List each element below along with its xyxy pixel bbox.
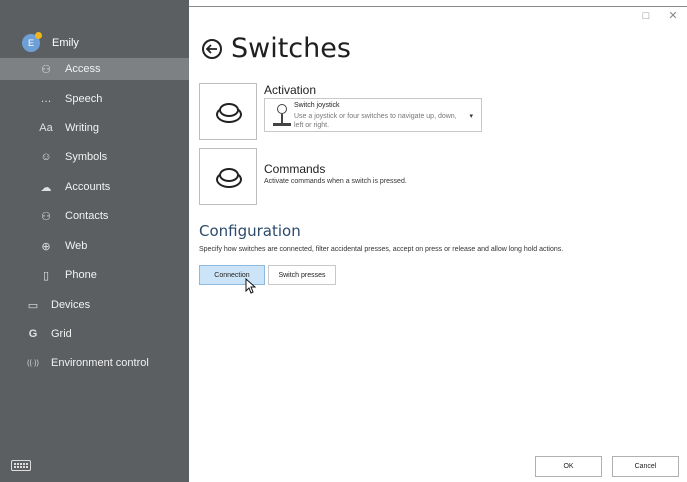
keyboard-icon[interactable] xyxy=(11,460,31,471)
back-arrow-glyph xyxy=(206,44,217,54)
commands-description: Activate commands when a switch is press… xyxy=(264,178,407,185)
speech-bubble-icon: … xyxy=(40,93,52,105)
sidebar-item-speech[interactable]: … Speech xyxy=(0,88,189,110)
ok-button[interactable]: OK xyxy=(535,456,602,477)
profile-name: Emily xyxy=(52,37,79,49)
commands-switch-tile[interactable] xyxy=(199,148,257,205)
joystick-icon xyxy=(273,104,291,128)
sidebar-item-phone[interactable]: ▯ Phone xyxy=(0,264,189,286)
monitor-icon: ▭ xyxy=(27,299,39,312)
sidebar-item-web[interactable]: ⊕ Web xyxy=(0,235,189,257)
globe-icon: ⊕ xyxy=(41,240,51,253)
window-top-border xyxy=(189,6,687,7)
configuration-heading: Configuration xyxy=(199,222,301,240)
select-selected-title: Switch joystick xyxy=(294,102,340,109)
notification-dot xyxy=(35,32,42,39)
sidebar-item-label: Phone xyxy=(65,269,97,281)
activation-switch-tile[interactable] xyxy=(199,83,257,140)
sidebar-item-label: Access xyxy=(65,63,101,75)
mouse-pointer-icon xyxy=(245,278,257,294)
sidebar-item-label: Writing xyxy=(65,122,100,134)
sidebar-item-label: Environment control xyxy=(51,357,149,369)
close-icon[interactable]: ✕ xyxy=(667,10,679,22)
sidebar: E Emily ⚇ Access … Speech Aa Writing ☺ S… xyxy=(0,0,189,482)
wireless-signal-icon: ((·)) xyxy=(27,359,39,367)
sidebar-item-label: Contacts xyxy=(65,210,109,222)
activation-heading: Activation xyxy=(264,83,317,97)
sidebar-item-label: Symbols xyxy=(65,151,108,163)
select-selected-description: Use a joystick or four switches to navig… xyxy=(294,113,457,129)
avatar-letter: E xyxy=(27,38,34,48)
switch-button-icon xyxy=(216,102,242,123)
switch-presses-button[interactable]: Switch presses xyxy=(268,265,336,285)
grid-g-icon: G xyxy=(28,328,38,340)
phone-icon: ▯ xyxy=(42,269,50,282)
sidebar-item-label: Web xyxy=(65,240,88,252)
activation-method-select[interactable]: Switch joystick Use a joystick or four s… xyxy=(264,98,482,132)
sidebar-item-environment-control[interactable]: ((·)) Environment control xyxy=(0,352,189,374)
switch-button-icon xyxy=(216,167,242,188)
sidebar-item-devices[interactable]: ▭ Devices xyxy=(0,294,189,316)
sidebar-item-writing[interactable]: Aa Writing xyxy=(0,117,189,139)
people-icon: ⚇ xyxy=(41,210,51,223)
configuration-description: Specify how switches are connected, filt… xyxy=(199,246,564,253)
sidebar-item-label: Speech xyxy=(65,93,103,105)
sidebar-item-grid[interactable]: G Grid xyxy=(0,323,189,345)
chevron-down-icon: ▾ xyxy=(469,113,473,120)
person-arms-icon: ⚇ xyxy=(41,63,51,76)
sidebar-item-label: Accounts xyxy=(65,181,111,193)
profile[interactable]: E Emily xyxy=(22,32,79,53)
back-arrow-icon[interactable] xyxy=(202,39,222,59)
sidebar-item-symbols[interactable]: ☺ Symbols xyxy=(0,146,189,168)
sidebar-item-label: Grid xyxy=(51,328,72,340)
avatar: E xyxy=(22,32,42,52)
smiley-icon: ☺ xyxy=(40,151,52,163)
cloud-icon: ☁ xyxy=(40,181,52,194)
page-title: Switches xyxy=(231,33,351,64)
sidebar-item-label: Devices xyxy=(51,299,91,311)
maximize-icon[interactable]: □ xyxy=(640,10,652,22)
sidebar-item-accounts[interactable]: ☁ Accounts xyxy=(0,176,189,198)
text-aa-icon: Aa xyxy=(39,122,53,134)
sidebar-item-contacts[interactable]: ⚇ Contacts xyxy=(0,205,189,227)
commands-heading: Commands xyxy=(264,162,326,176)
cancel-button[interactable]: Cancel xyxy=(612,456,679,477)
sidebar-item-access[interactable]: ⚇ Access xyxy=(0,58,189,80)
